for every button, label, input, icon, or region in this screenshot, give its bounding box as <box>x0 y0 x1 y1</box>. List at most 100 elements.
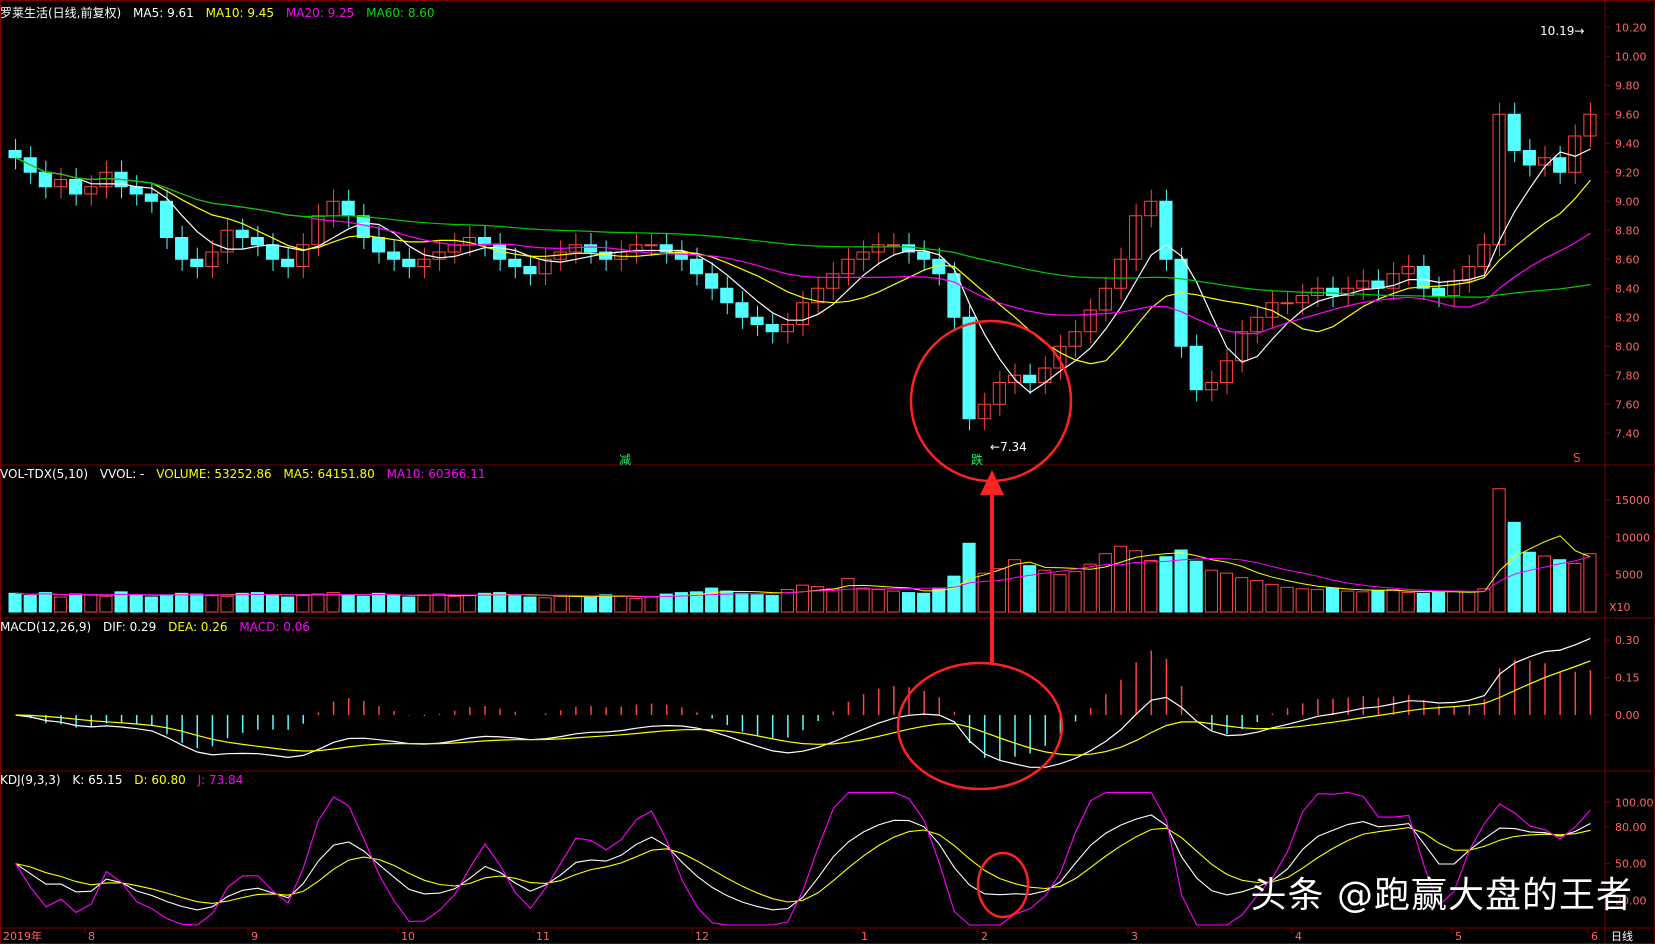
y-tick-label: 9.80 <box>1615 79 1640 92</box>
x-axis-label: 3 <box>1131 930 1138 943</box>
candle-body <box>356 215 370 238</box>
candle-body <box>1159 200 1173 260</box>
candle-body <box>674 251 688 260</box>
candle-body <box>175 237 189 260</box>
macd-name: MACD(12,26,9) <box>0 620 92 634</box>
volume-bar <box>1023 565 1037 613</box>
x-axis-label: 2 <box>981 930 988 943</box>
volume-bar <box>1235 577 1249 613</box>
x-axis-label: 11 <box>536 930 550 943</box>
x-axis-label: 10 <box>401 930 415 943</box>
volume-bar <box>1083 563 1097 613</box>
y-tick-label: 8.00 <box>1615 340 1640 353</box>
volume-bar <box>523 596 537 613</box>
volume-bar <box>493 592 507 613</box>
low-price-value: 7.34 <box>1000 440 1027 454</box>
candle-body <box>750 316 764 325</box>
candle-body <box>735 302 749 318</box>
dif-line <box>15 637 1591 768</box>
candle-body <box>371 237 386 253</box>
volume-bar <box>856 587 870 613</box>
dea-line <box>15 660 1591 756</box>
candle-body <box>705 273 719 289</box>
volume-bar <box>250 592 264 613</box>
volume-bar <box>129 595 143 613</box>
x-axis-label: 12 <box>695 930 709 943</box>
volume-bar <box>371 592 386 613</box>
annotation-arrow-head <box>980 470 1004 495</box>
candle-body <box>341 200 355 217</box>
macd-y-tick-label: 0.30 <box>1615 634 1640 647</box>
volume-bar <box>99 595 113 613</box>
volume-bar <box>144 596 158 613</box>
candle-body <box>765 324 779 333</box>
vol-name: VOL-TDX(5,10) <box>0 467 89 481</box>
volume-bar <box>432 593 446 613</box>
candle-body <box>1280 302 1294 305</box>
kdj-y-tick-label: 100.00 <box>1615 796 1654 809</box>
candle-body <box>1189 345 1203 391</box>
volume-bar <box>1431 592 1446 613</box>
volume-bar <box>538 597 552 613</box>
volume-bar <box>629 598 643 613</box>
volume-bar <box>750 594 764 613</box>
candle-body <box>508 258 522 267</box>
volume-bar <box>841 577 855 613</box>
volume-bar <box>705 587 719 613</box>
y-tick-label: 7.80 <box>1615 369 1640 382</box>
kdj-y-tick-label: 80.00 <box>1615 821 1647 834</box>
volume-bar <box>1219 572 1234 613</box>
candle-body <box>917 251 931 260</box>
candle-body <box>644 244 658 247</box>
volume-bar <box>53 596 68 613</box>
x-axis-label: 1 <box>861 930 868 943</box>
volume-bar <box>614 595 628 613</box>
volume-bar <box>901 592 916 613</box>
candle-body <box>1174 258 1188 347</box>
candle-body <box>402 258 416 267</box>
volume-bar <box>1007 559 1022 613</box>
main-header: 罗莱生活(日线,前复权) MA5: 9.61 MA10: 9.45 MA20: … <box>0 5 443 21</box>
candle-body <box>720 287 734 304</box>
y-tick-label: 8.60 <box>1615 253 1640 266</box>
volume-bar <box>1416 592 1430 613</box>
vol-ma5-line <box>15 535 1591 598</box>
volume-bar <box>8 592 22 613</box>
volume-bar <box>735 592 749 613</box>
candle-body <box>1522 150 1536 166</box>
volume-bar <box>402 596 416 613</box>
x-axis-label: 9 <box>251 930 258 943</box>
volume-bar <box>1113 545 1128 613</box>
volume-bar <box>175 592 189 613</box>
volume-bar <box>23 595 37 613</box>
candle-body <box>1553 157 1567 173</box>
volume-bar <box>205 595 219 613</box>
stock-name: 罗莱生活(日线,前复权) <box>0 6 122 20</box>
candle-body <box>1507 113 1521 151</box>
volume-bar <box>1295 588 1309 613</box>
x-axis-label: 6 <box>1591 930 1598 943</box>
volume-bar <box>1144 559 1158 613</box>
y-tick-label: 9.60 <box>1615 108 1640 121</box>
candle-body <box>144 193 158 202</box>
y-tick-label: 7.60 <box>1615 398 1640 411</box>
vol-unit: X10 <box>1609 601 1631 614</box>
volume-bar <box>190 593 204 613</box>
volume-bar <box>69 593 83 613</box>
candle-body <box>8 150 22 159</box>
volume-bar <box>1356 591 1370 613</box>
x-axis-label: 2019年 <box>3 929 42 943</box>
candle-body <box>583 244 598 253</box>
y-tick-label: 10.20 <box>1615 21 1647 34</box>
volume-bar <box>159 594 174 613</box>
volume-bar <box>1204 569 1218 613</box>
volume-bar <box>826 588 840 613</box>
volume-bar <box>1371 589 1385 613</box>
volume-bar <box>1265 583 1279 613</box>
volume-bar <box>356 595 370 613</box>
volume-bar <box>508 595 522 613</box>
vol-ma10-value: MA10: 60366.11 <box>386 467 486 481</box>
ma60-value: MA60: 8.60 <box>366 6 435 20</box>
volume-bar <box>1325 587 1340 613</box>
volume-bar <box>1583 553 1597 613</box>
